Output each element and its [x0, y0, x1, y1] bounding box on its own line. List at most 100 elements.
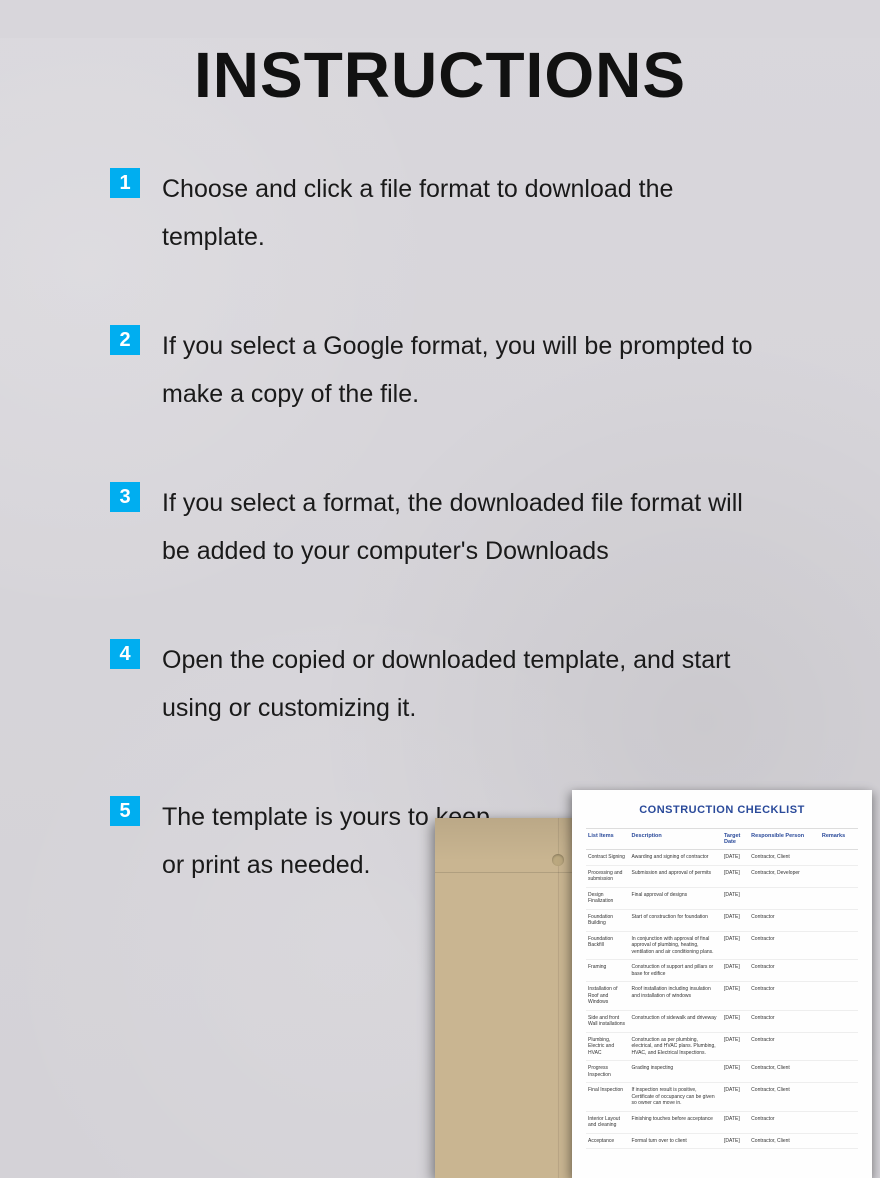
preview-cell	[820, 887, 858, 909]
preview-cell: Framing	[586, 960, 630, 982]
preview-cell: [DATE]	[722, 865, 749, 887]
preview-cell: Construction of sidewalk and driveway	[630, 1010, 722, 1032]
preview-cell: Roof installation including insulation a…	[630, 982, 722, 1011]
preview-cell	[820, 1010, 858, 1032]
preview-cell: [DATE]	[722, 1061, 749, 1083]
preview-cell: [DATE]	[722, 931, 749, 960]
preview-header: Target Date	[722, 829, 749, 850]
preview-cell: Foundation Building	[586, 909, 630, 931]
step-text: Open the copied or downloaded template, …	[162, 637, 770, 732]
preview-header: Responsible Person	[749, 829, 820, 850]
preview-cell: Start of construction for foundation	[630, 909, 722, 931]
preview-row: Foundation BackfillIn conjunction with a…	[586, 931, 858, 960]
step-number-badge: 5	[110, 796, 140, 826]
preview-table: List Items Description Target Date Respo…	[586, 828, 858, 1149]
preview-header-row: List Items Description Target Date Respo…	[586, 829, 858, 850]
preview-cell: Contractor	[749, 982, 820, 1011]
preview-cell: Grading inspecting	[630, 1061, 722, 1083]
preview-cell: Final approval of designs	[630, 887, 722, 909]
template-preview: CONSTRUCTION CHECKLIST List Items Descri…	[572, 790, 872, 1178]
preview-cell: Construction as per plumbing, electrical…	[630, 1032, 722, 1061]
step-text: If you select a format, the downloaded f…	[162, 480, 770, 575]
preview-row: AcceptanceFormal turn over to client[DAT…	[586, 1133, 858, 1149]
preview-cell	[820, 931, 858, 960]
preview-cell: In conjunction with approval of final ap…	[630, 931, 722, 960]
preview-row: Plumbing, Electric and HVACConstruction …	[586, 1032, 858, 1061]
instruction-list: 1 Choose and click a file format to down…	[0, 166, 880, 889]
preview-cell: Formal turn over to client	[630, 1133, 722, 1149]
instruction-step: 4 Open the copied or downloaded template…	[110, 637, 770, 732]
preview-cell: [DATE]	[722, 982, 749, 1011]
preview-cell: Contractor	[749, 1032, 820, 1061]
preview-cell: [DATE]	[722, 960, 749, 982]
preview-cell: Foundation Backfill	[586, 931, 630, 960]
preview-cell	[820, 850, 858, 866]
step-text: Choose and click a file format to downlo…	[162, 166, 770, 261]
step-text: If you select a Google format, you will …	[162, 323, 770, 418]
preview-cell: Contractor, Client	[749, 1083, 820, 1112]
preview-cell: Progress Inspection	[586, 1061, 630, 1083]
preview-row: Interior Layout and cleaningFinishing to…	[586, 1111, 858, 1133]
preview-cell: Contractor, Client	[749, 1133, 820, 1149]
step-number-badge: 2	[110, 325, 140, 355]
preview-cell	[820, 909, 858, 931]
preview-cell: [DATE]	[722, 1032, 749, 1061]
preview-cell: Contractor	[749, 1010, 820, 1032]
preview-cell	[820, 1133, 858, 1149]
preview-cell: Contractor, Developer	[749, 865, 820, 887]
preview-cell: Final Inspection	[586, 1083, 630, 1112]
preview-cell: Contractor	[749, 931, 820, 960]
preview-cell	[749, 887, 820, 909]
preview-cell: Contractor, Client	[749, 850, 820, 866]
preview-cell: Contractor	[749, 960, 820, 982]
preview-cell: [DATE]	[722, 1010, 749, 1032]
preview-cell	[820, 1111, 858, 1133]
preview-cell: Contract Signing	[586, 850, 630, 866]
step-number-badge: 3	[110, 482, 140, 512]
preview-row: Side and front Wall installationsConstru…	[586, 1010, 858, 1032]
preview-cell: Processing and submission	[586, 865, 630, 887]
preview-cell: Plumbing, Electric and HVAC	[586, 1032, 630, 1061]
preview-cell: Interior Layout and cleaning	[586, 1111, 630, 1133]
instruction-step: 3 If you select a format, the downloaded…	[110, 480, 770, 575]
preview-header: Remarks	[820, 829, 858, 850]
page-title: INSTRUCTIONS	[0, 38, 880, 112]
preview-cell: Contractor, Client	[749, 1061, 820, 1083]
preview-cell	[820, 1032, 858, 1061]
preview-cell: Design Finalization	[586, 887, 630, 909]
preview-row: Contract SigningAwarding and signing of …	[586, 850, 858, 866]
preview-cell: Finishing touches before acceptance	[630, 1111, 722, 1133]
preview-cell	[820, 865, 858, 887]
preview-cell: Construction of support and pillars or b…	[630, 960, 722, 982]
preview-cell: If inspection result is positive, Certif…	[630, 1083, 722, 1112]
step-number-badge: 4	[110, 639, 140, 669]
preview-cell: [DATE]	[722, 850, 749, 866]
preview-cell	[820, 1061, 858, 1083]
preview-cell: [DATE]	[722, 887, 749, 909]
preview-row: Design FinalizationFinal approval of des…	[586, 887, 858, 909]
preview-row: Final InspectionIf inspection result is …	[586, 1083, 858, 1112]
preview-header: List Items	[586, 829, 630, 850]
preview-row: FramingConstruction of support and pilla…	[586, 960, 858, 982]
preview-cell	[820, 982, 858, 1011]
preview-cell: Installation of Roof and Windows	[586, 982, 630, 1011]
preview-cell: [DATE]	[722, 909, 749, 931]
instruction-step: 2 If you select a Google format, you wil…	[110, 323, 770, 418]
preview-cell: Submission and approval of permits	[630, 865, 722, 887]
step-number-badge: 1	[110, 168, 140, 198]
preview-cell: Side and front Wall installations	[586, 1010, 630, 1032]
preview-cell: Awarding and signing of contractor	[630, 850, 722, 866]
preview-row: Processing and submissionSubmission and …	[586, 865, 858, 887]
preview-row: Progress InspectionGrading inspecting[DA…	[586, 1061, 858, 1083]
preview-cell	[820, 960, 858, 982]
instruction-step: 1 Choose and click a file format to down…	[110, 166, 770, 261]
preview-cell: [DATE]	[722, 1083, 749, 1112]
preview-cell: [DATE]	[722, 1133, 749, 1149]
preview-row: Foundation BuildingStart of construction…	[586, 909, 858, 931]
preview-cell: Acceptance	[586, 1133, 630, 1149]
preview-header: Description	[630, 829, 722, 850]
preview-cell	[820, 1083, 858, 1112]
preview-cell: [DATE]	[722, 1111, 749, 1133]
preview-cell: Contractor	[749, 1111, 820, 1133]
preview-row: Installation of Roof and WindowsRoof ins…	[586, 982, 858, 1011]
